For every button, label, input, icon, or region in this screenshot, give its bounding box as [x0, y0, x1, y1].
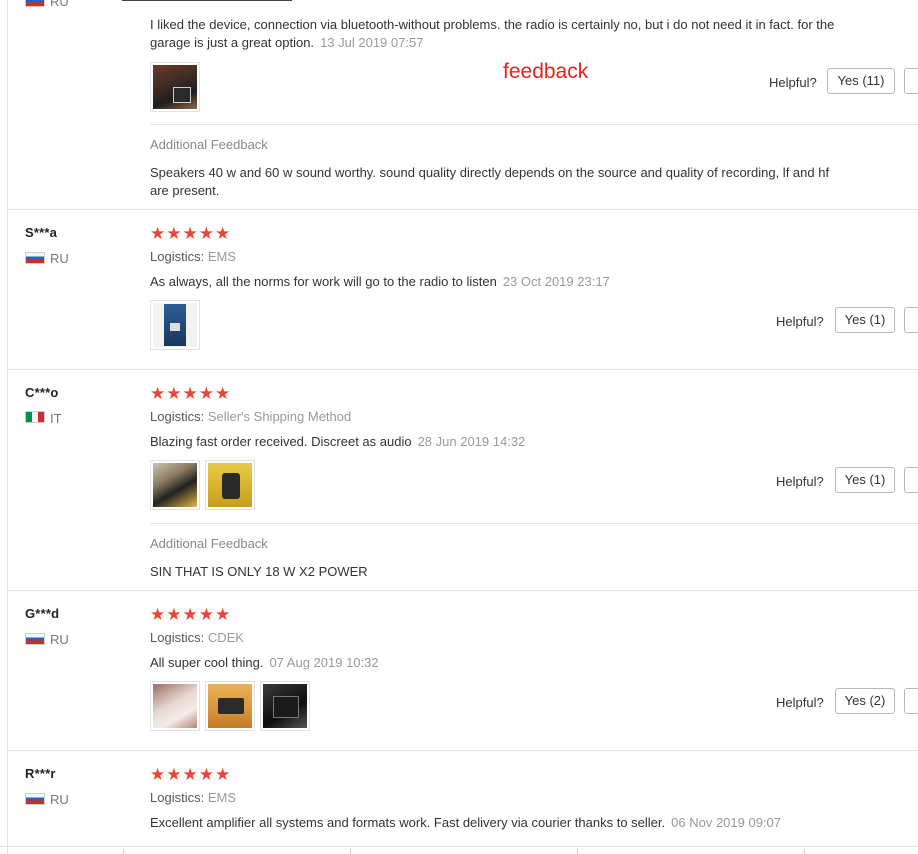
page-left-border: [7, 0, 8, 854]
column-tick: [577, 849, 578, 854]
review-divider: [8, 209, 918, 210]
logistics-method: CDEK: [207, 630, 244, 645]
review-date: 07 Aug 2019 10:32: [269, 655, 379, 670]
reviewer-name: C***o: [25, 385, 59, 400]
review-photo-thumbnail[interactable]: [205, 681, 255, 731]
additional-feedback-text: Speakers 40 w and 60 w sound worthy. sou…: [150, 165, 830, 198]
helpful-label: Helpful?: [776, 314, 824, 329]
review-photo-thumbnail[interactable]: [260, 681, 310, 731]
review-text: Blazing fast order received. Discreet as…: [150, 434, 526, 449]
column-tick: [123, 849, 124, 854]
logistics-label: Logistics:: [150, 630, 205, 645]
reviewer-country: RU: [50, 0, 69, 9]
column-tick: [804, 849, 805, 854]
helpful-label: Helpful?: [769, 75, 817, 90]
rating-stars: ★★★★★: [150, 605, 232, 624]
review-photo-thumbnail[interactable]: [150, 62, 200, 112]
helpful-yes-button[interactable]: Yes (2): [835, 688, 895, 714]
review-divider: [8, 590, 918, 591]
logistics-line: Logistics: CDEK: [150, 630, 244, 645]
review-date: 23 Oct 2019 23:17: [502, 274, 610, 289]
logistics-label: Logistics:: [150, 409, 205, 424]
reviewer-country: RU: [50, 792, 69, 807]
logistics-method: EMS: [207, 790, 236, 805]
reviewer-name: G***d: [25, 606, 60, 621]
logistics-line: Logistics: Seller's Shipping Method: [150, 409, 351, 424]
additional-feedback-heading: Additional Feedback: [150, 137, 268, 152]
flag-ru-icon: [25, 793, 45, 805]
helpful-no-button[interactable]: [904, 68, 918, 94]
reviewer-country: IT: [50, 411, 62, 426]
logistics-label: Logistics:: [150, 249, 205, 264]
bottom-divider: [0, 846, 918, 847]
helpful-label: Helpful?: [776, 474, 824, 489]
rating-stars: ★★★★★: [150, 384, 232, 403]
helpful-no-button[interactable]: [904, 467, 918, 493]
review-date: 28 Jun 2019 14:32: [417, 434, 526, 449]
review-text: I liked the device, connection via bluet…: [150, 17, 835, 50]
additional-feedback-text: SIN THAT IS ONLY 18 W X2 POWER: [150, 564, 368, 579]
logistics-method: Seller's Shipping Method: [207, 409, 352, 424]
review-date: 06 Nov 2019 09:07: [671, 815, 782, 830]
reviewer-country: RU: [50, 251, 69, 266]
review-text: All super cool thing. 07 Aug 2019 10:32: [150, 655, 379, 670]
review-photo-thumbnail[interactable]: [150, 300, 200, 350]
section-divider: [150, 124, 918, 125]
flag-ru-icon: [25, 633, 45, 645]
logistics-label: Logistics:: [150, 790, 205, 805]
helpful-yes-button[interactable]: Yes (1): [835, 467, 895, 493]
helpful-label: Helpful?: [776, 695, 824, 710]
reviewer-name: R***r: [25, 766, 56, 781]
helpful-no-button[interactable]: [904, 307, 918, 333]
review-photo-thumbnail[interactable]: [150, 460, 200, 510]
top-cut-divider: [122, 0, 292, 1]
review-text: As always, all the norms for work will g…: [150, 274, 610, 289]
review-photo-thumbnail[interactable]: [150, 681, 200, 731]
review-divider: [8, 750, 918, 751]
helpful-yes-button[interactable]: Yes (1): [835, 307, 895, 333]
review-photo-thumbnail[interactable]: [205, 460, 255, 510]
helpful-yes-button[interactable]: Yes (11): [827, 68, 895, 94]
logistics-line: Logistics: EMS: [150, 790, 236, 805]
logistics-method: EMS: [207, 249, 236, 264]
flag-it-icon: [25, 411, 45, 423]
column-tick: [350, 849, 351, 854]
flag-ru-icon: [25, 252, 45, 264]
reviewer-country: RU: [50, 632, 69, 647]
reviewer-name: S***a: [25, 225, 58, 240]
review-text: Excellent amplifier all systems and form…: [150, 815, 782, 830]
logistics-line: Logistics: EMS: [150, 249, 236, 264]
section-divider: [150, 523, 918, 524]
rating-stars: ★★★★★: [150, 765, 232, 784]
rating-stars: ★★★★★: [150, 224, 232, 243]
annotation-label: feedback: [503, 60, 589, 83]
review-divider: [8, 369, 918, 370]
helpful-no-button[interactable]: [904, 688, 918, 714]
additional-feedback-heading: Additional Feedback: [150, 536, 268, 551]
flag-ru-icon: [25, 0, 45, 7]
review-date: 13 Jul 2019 07:57: [320, 35, 424, 50]
